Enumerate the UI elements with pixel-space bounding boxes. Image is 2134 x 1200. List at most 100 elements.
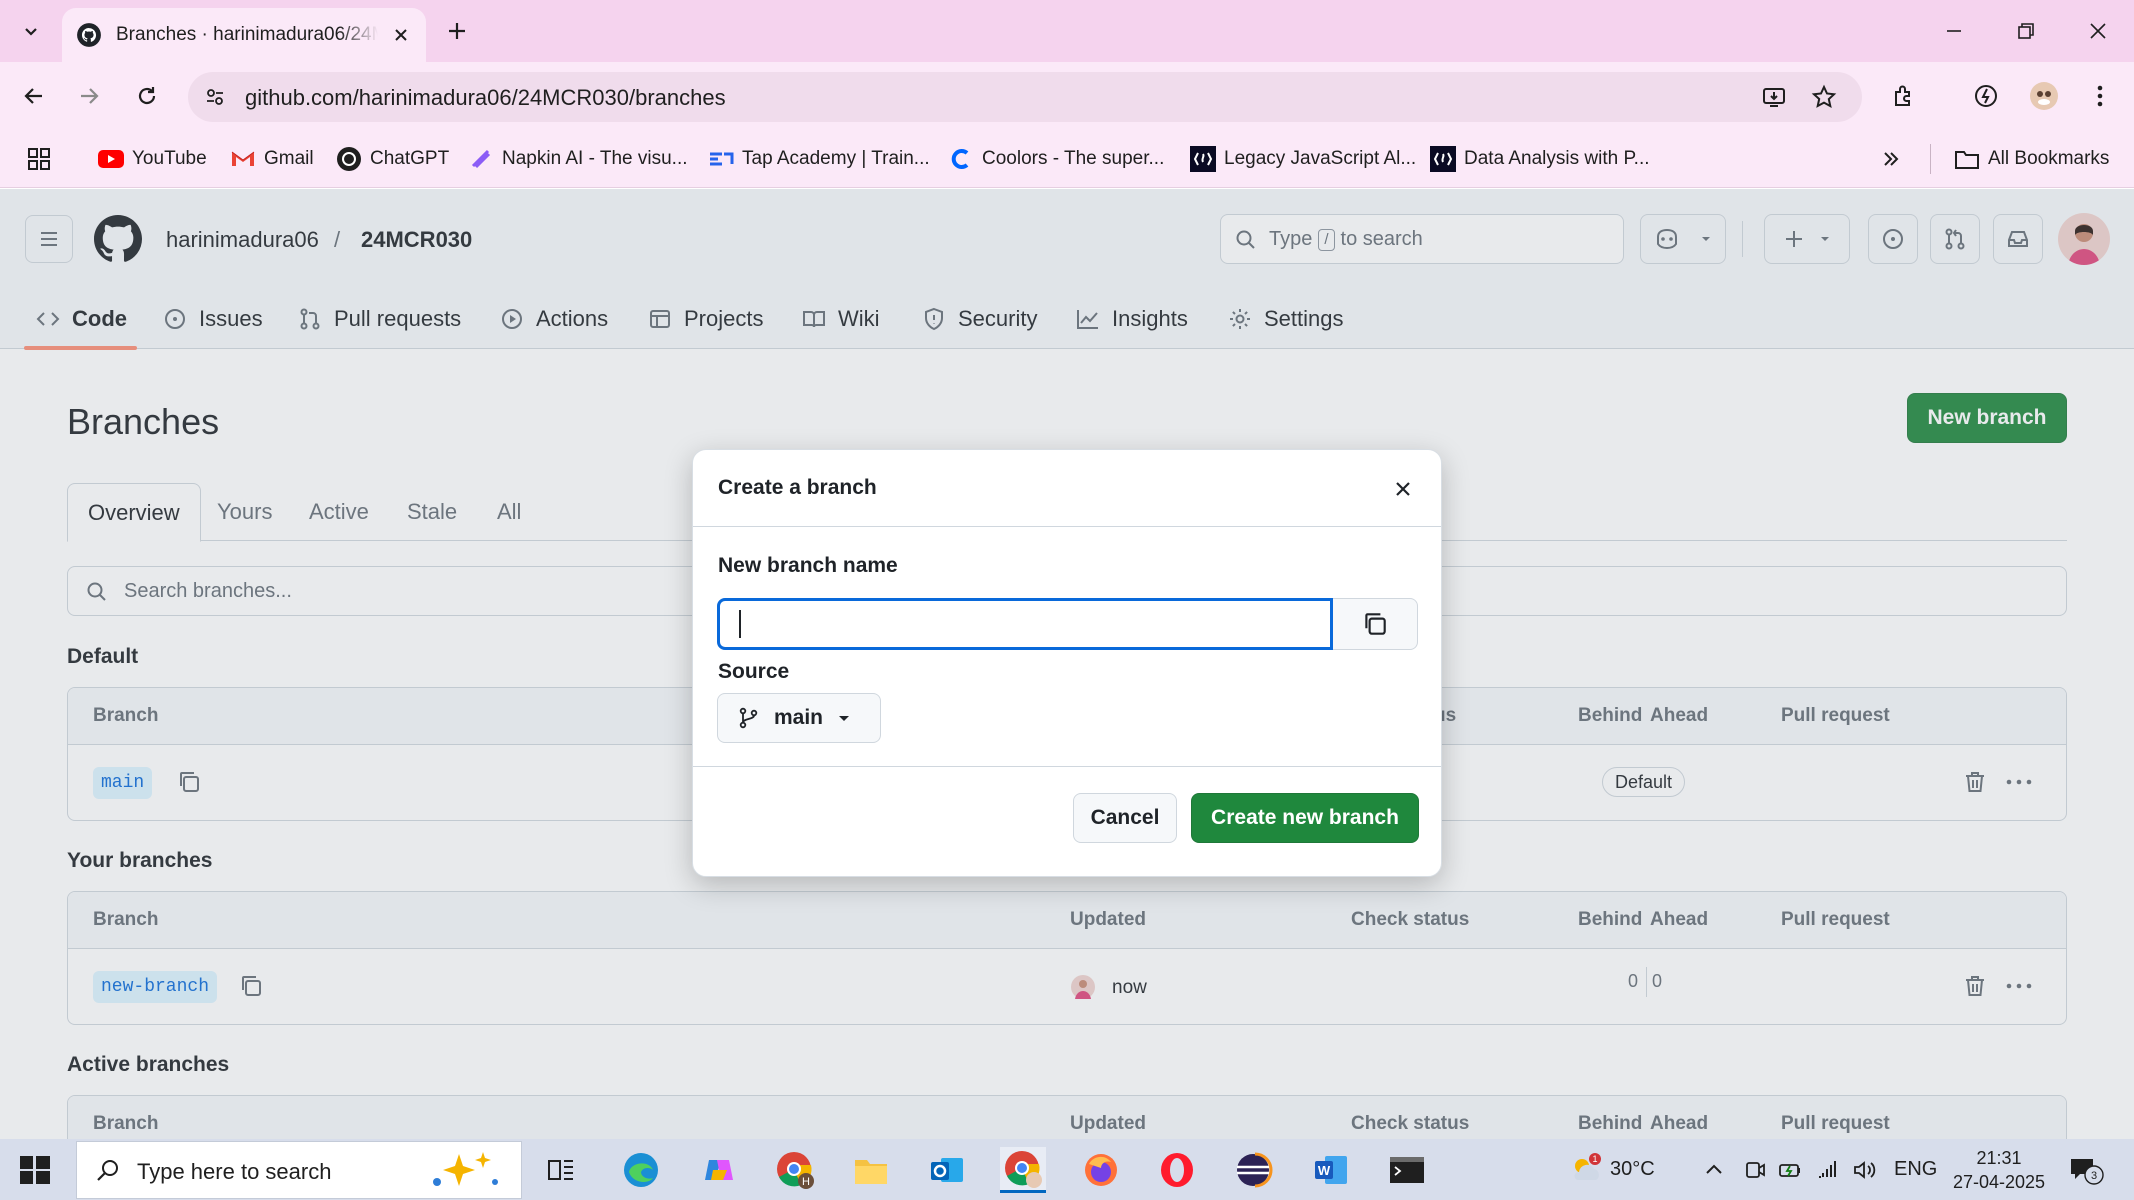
taskbar-terminal[interactable]	[1384, 1147, 1430, 1193]
speaker-icon	[1854, 1160, 1876, 1179]
dialog-footer-divider	[693, 766, 1441, 767]
windows-taskbar: Type here to search H W 1 30°C ENG 21:31…	[0, 1139, 2134, 1200]
bookmark-coolors[interactable]: Coolors - The super...	[948, 144, 1164, 174]
bookmark-legacy-js[interactable]: Legacy JavaScript Al...	[1190, 144, 1416, 174]
firefox-icon	[1085, 1154, 1117, 1186]
reload-icon	[138, 87, 156, 105]
tray-volume[interactable]	[1852, 1139, 1878, 1200]
opera-icon	[1161, 1153, 1193, 1187]
bookmark-tap-academy[interactable]: Tap Academy | Train...	[708, 144, 930, 174]
taskbar-eclipse[interactable]	[1230, 1147, 1276, 1193]
tray-network[interactable]	[1816, 1139, 1840, 1200]
tray-language[interactable]: ENG	[1894, 1139, 1937, 1200]
minimize-icon	[1947, 30, 1961, 32]
tray-meet-now[interactable]	[1744, 1139, 1766, 1200]
caret-down-icon	[839, 716, 850, 721]
copy-branch-name-button[interactable]	[1333, 598, 1418, 650]
tab-search-button[interactable]	[14, 14, 48, 48]
show-hidden-icons-button[interactable]	[1704, 1139, 1724, 1200]
extensions-button[interactable]	[1884, 76, 1924, 116]
task-view-icon	[548, 1160, 573, 1180]
minimize-button[interactable]	[1934, 14, 1974, 48]
bookmark-label: YouTube	[132, 148, 207, 169]
restore-button[interactable]	[2006, 14, 2046, 48]
notifications-button[interactable]: 3	[2068, 1139, 2104, 1200]
bookmark-star-button[interactable]	[1804, 77, 1844, 117]
task-view-button[interactable]	[538, 1147, 584, 1193]
taskbar-word[interactable]: W	[1308, 1147, 1354, 1193]
taskbar-firefox[interactable]	[1078, 1147, 1124, 1193]
windows-start-icon[interactable]	[18, 1153, 52, 1187]
chrome-icon: H	[777, 1152, 814, 1189]
source-branch-select[interactable]: main	[717, 693, 881, 743]
weather-widget[interactable]: 1 30°C	[1568, 1139, 1655, 1200]
git-branch-icon	[739, 707, 758, 729]
browser-menu-button[interactable]	[2080, 76, 2120, 116]
taskbar-outlook[interactable]	[924, 1147, 970, 1193]
taskbar-opera[interactable]	[1154, 1147, 1200, 1193]
apps-button[interactable]	[26, 144, 52, 174]
weather-temp: 30°C	[1610, 1158, 1655, 1180]
chevron-up-icon	[1706, 1164, 1722, 1174]
bookmark-label: Gmail	[264, 148, 314, 169]
address-bar[interactable]: github.com/harinimadura06/24MCR030/branc…	[188, 72, 1862, 122]
bookmark-chatgpt[interactable]: ChatGPT	[336, 144, 449, 174]
bookmark-label: Coolors - The super...	[982, 148, 1165, 169]
close-window-button[interactable]	[2078, 14, 2118, 48]
performance-button[interactable]	[1966, 76, 2006, 116]
tab-title: Branches · harinimadura06/24MCR030	[116, 24, 378, 45]
svg-text:W: W	[1318, 1163, 1331, 1178]
bookmark-napkin[interactable]: Napkin AI - The visu...	[468, 144, 688, 174]
all-bookmarks-button[interactable]: All Bookmarks	[1954, 144, 2109, 174]
tray-battery[interactable]	[1778, 1139, 1802, 1200]
sparkle-decoration-icon	[433, 1152, 498, 1186]
browser-tab-strip: Branches · harinimadura06/24MCR030	[0, 0, 2134, 62]
browser-tab-active[interactable]: Branches · harinimadura06/24MCR030	[62, 8, 426, 62]
bookmark-youtube[interactable]: YouTube	[98, 144, 207, 174]
taskbar-search-input[interactable]: Type here to search	[76, 1141, 522, 1199]
svg-text:H: H	[802, 1176, 810, 1188]
create-new-branch-button[interactable]: Create new branch	[1191, 793, 1419, 843]
taskbar-chrome-active[interactable]	[1000, 1147, 1046, 1193]
coolors-icon	[948, 146, 974, 172]
reload-button[interactable]	[127, 76, 167, 116]
taskbar-edge[interactable]	[618, 1147, 664, 1193]
weather-partly-cloudy-icon: 1	[1574, 1152, 1601, 1180]
bookmark-data-analysis[interactable]: Data Analysis with P...	[1430, 144, 1650, 174]
bookmark-label: Napkin AI - The visu...	[502, 148, 688, 169]
branch-name-input[interactable]	[717, 598, 1333, 650]
install-app-button[interactable]	[1754, 77, 1794, 117]
folder-icon	[1954, 146, 1980, 172]
speedometer-icon	[1975, 85, 1997, 107]
profile-avatar-icon	[2030, 82, 2058, 110]
taskbar-chrome-profile-h[interactable]: H	[772, 1147, 818, 1193]
bookmark-label: Legacy JavaScript Al...	[1224, 148, 1417, 169]
clock-date: 27-04-2025	[1952, 1172, 2046, 1192]
copy-icon	[1365, 613, 1386, 635]
bookmark-gmail[interactable]: Gmail	[230, 144, 314, 174]
forward-button[interactable]	[69, 76, 109, 116]
taskbar-copilot[interactable]	[696, 1147, 742, 1193]
back-button[interactable]	[14, 76, 54, 116]
double-chevron-right-icon	[1884, 152, 1899, 166]
more-vertical-icon	[2097, 85, 2103, 107]
close-icon	[1396, 482, 1410, 496]
cancel-button[interactable]: Cancel	[1073, 793, 1177, 843]
clock-time: 21:31	[1976, 1148, 2022, 1168]
profile-button[interactable]	[2024, 76, 2064, 116]
battery-charging-icon	[1779, 1163, 1800, 1177]
taskbar-file-explorer[interactable]	[848, 1147, 894, 1193]
close-tab-icon[interactable]	[390, 24, 412, 46]
more-bookmarks-button[interactable]	[1880, 144, 1902, 174]
new-tab-icon[interactable]	[442, 16, 472, 46]
taskbar-search-placeholder: Type here to search	[137, 1159, 332, 1184]
dialog-close-button[interactable]	[1388, 474, 1418, 504]
copilot-app-icon	[705, 1160, 733, 1180]
weather-badge: 1	[1592, 1154, 1597, 1164]
site-info-button[interactable]	[200, 82, 230, 112]
arrow-right-icon	[81, 88, 99, 104]
github-page: harinimadura06 / 24MCR030 Type / to sear…	[0, 189, 2134, 1139]
taskbar-clock[interactable]: 21:31 27-04-2025	[1944, 1146, 2054, 1194]
puzzle-icon	[1895, 85, 1910, 106]
freecodecamp-icon	[1190, 146, 1216, 172]
